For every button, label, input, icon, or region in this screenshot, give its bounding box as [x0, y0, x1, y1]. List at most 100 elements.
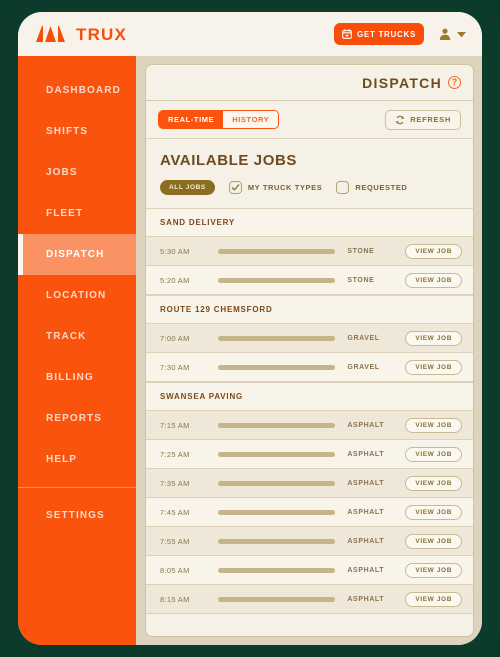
app-body: DASHBOARD SHIFTS JOBS FLEET DISPATCH LOCATION… — [18, 56, 482, 645]
job-progress-bar — [218, 509, 336, 515]
filter-chip-all-jobs[interactable]: ALL JOBS — [160, 180, 215, 195]
sidebar-divider — [18, 487, 136, 488]
job-progress-track — [218, 422, 347, 428]
sidebar-item-label: SHIFTS — [46, 126, 89, 137]
sidebar-item-fleet[interactable]: FLEET — [18, 193, 136, 234]
calendar-icon — [342, 29, 352, 39]
job-time: 7:35 AM — [160, 478, 190, 488]
sidebar-item-label: REPORTS — [46, 413, 103, 424]
job-time: 7:55 AM — [160, 536, 190, 546]
table-row[interactable]: 7:25 AM ASPHALT VIEW JOB — [146, 440, 473, 469]
sidebar-item-shifts[interactable]: SHIFTS — [18, 111, 136, 152]
refresh-button[interactable]: REFRESH — [385, 109, 461, 130]
view-job-button[interactable]: VIEW JOB — [405, 359, 462, 375]
jobs-filters: ALL JOBS MY TRUCK TYPES REQUESTED — [146, 169, 473, 208]
job-section-header: SAND DELIVERY — [146, 208, 473, 237]
sidebar-item-reports[interactable]: REPORTS — [18, 398, 136, 439]
tab-history[interactable]: HISTORY — [223, 111, 279, 128]
view-job-button[interactable]: VIEW JOB — [405, 475, 462, 491]
sidebar-item-label: LOCATION — [46, 290, 107, 301]
view-job-button[interactable]: VIEW JOB — [405, 504, 462, 520]
view-job-button[interactable]: VIEW JOB — [405, 591, 462, 607]
sidebar-item-billing[interactable]: BILLING — [18, 357, 136, 398]
available-jobs-title: AVAILABLE JOBS — [160, 152, 298, 169]
table-row[interactable]: 7:30 AM GRAVEL VIEW JOB — [146, 353, 473, 382]
job-material: GRAVEL — [347, 334, 380, 342]
refresh-icon — [396, 115, 405, 124]
sidebar-item-dashboard[interactable]: DASHBOARD — [18, 70, 136, 111]
sidebar-item-settings[interactable]: SETTINGS — [18, 495, 136, 536]
sidebar-footer-list: SETTINGS — [18, 495, 136, 536]
sidebar-nav: DASHBOARD SHIFTS JOBS FLEET DISPATCH LOCATION… — [18, 56, 136, 645]
filter-option-requested[interactable]: REQUESTED — [336, 181, 407, 194]
filter-option-label: REQUESTED — [355, 183, 408, 192]
sidebar-item-list: DASHBOARD SHIFTS JOBS FLEET DISPATCH LOCATION… — [18, 70, 136, 480]
job-time: 5:30 AM — [160, 246, 190, 256]
person-icon — [439, 28, 451, 40]
job-progress-track — [218, 538, 347, 544]
get-trucks-label: GET TRUCKS — [357, 29, 416, 39]
job-progress-bar — [218, 422, 336, 428]
job-progress-track — [218, 480, 347, 486]
view-job-button[interactable]: VIEW JOB — [405, 417, 462, 433]
view-job-button[interactable]: VIEW JOB — [405, 533, 462, 549]
sidebar-item-label: SETTINGS — [46, 510, 105, 521]
job-section-name: ROUTE 129 CHEMSFORD — [160, 305, 273, 314]
job-progress-track — [218, 567, 347, 573]
job-material: STONE — [347, 247, 375, 255]
job-progress-bar — [218, 335, 336, 341]
job-progress-bar — [218, 480, 336, 486]
view-job-button[interactable]: VIEW JOB — [405, 272, 462, 288]
sidebar-item-dispatch[interactable]: DISPATCH — [18, 234, 136, 275]
job-progress-bar — [218, 567, 336, 573]
sidebar-item-label: FLEET — [46, 208, 84, 219]
view-job-button[interactable]: VIEW JOB — [405, 562, 462, 578]
job-progress-track — [218, 451, 347, 457]
table-row[interactable]: 5:30 AM STONE VIEW JOB — [146, 237, 473, 266]
job-progress-track — [218, 277, 347, 283]
sidebar-item-label: DISPATCH — [46, 249, 105, 260]
job-time: 5:20 AM — [160, 275, 190, 285]
app-window: TRUX GET TRUCKS DASHBOARD SHIFTS JOBS FL… — [18, 12, 482, 645]
table-row[interactable]: 8:15 AM ASPHALT VIEW JOB — [146, 585, 473, 614]
job-time: 7:30 AM — [160, 362, 190, 372]
table-row[interactable]: 7:55 AM ASPHALT VIEW JOB — [146, 527, 473, 556]
job-material: STONE — [347, 276, 375, 284]
job-material: ASPHALT — [347, 537, 385, 545]
logo-text: TRUX — [76, 24, 128, 44]
job-material: ASPHALT — [347, 479, 385, 487]
view-job-button[interactable]: VIEW JOB — [405, 446, 462, 462]
job-progress-bar — [218, 596, 336, 602]
sidebar-item-label: JOBS — [46, 167, 78, 178]
brand-logo[interactable]: TRUX — [36, 26, 127, 43]
job-progress-track — [218, 596, 347, 602]
filter-option-my-truck-types[interactable]: MY TRUCK TYPES — [228, 181, 323, 194]
table-row[interactable]: 7:00 AM GRAVEL VIEW JOB — [146, 324, 473, 353]
view-mode-toggle[interactable]: REAL-TIME HISTORY — [158, 110, 280, 129]
checkbox-checked-icon[interactable] — [228, 181, 242, 194]
job-progress-track — [218, 335, 347, 341]
sidebar-item-help[interactable]: HELP — [18, 439, 136, 480]
account-menu[interactable] — [438, 27, 466, 41]
panel-header: DISPATCH ? — [146, 65, 473, 101]
sidebar-item-label: TRACK — [46, 331, 87, 342]
sidebar-item-track[interactable]: TRACK — [18, 316, 136, 357]
table-row[interactable]: 7:15 AM ASPHALT VIEW JOB — [146, 411, 473, 440]
view-job-button[interactable]: VIEW JOB — [405, 330, 462, 346]
job-progress-track — [218, 364, 347, 370]
view-job-button[interactable]: VIEW JOB — [405, 243, 462, 259]
table-row[interactable]: 8:05 AM ASPHALT VIEW JOB — [146, 556, 473, 585]
question-mark-icon[interactable]: ? — [448, 76, 461, 89]
table-row[interactable]: 5:20 AM STONE VIEW JOB — [146, 266, 473, 295]
sidebar-item-location[interactable]: LOCATION — [18, 275, 136, 316]
tab-real-time[interactable]: REAL-TIME — [159, 111, 224, 128]
page-title: DISPATCH — [362, 74, 442, 91]
sidebar-item-jobs[interactable]: JOBS — [18, 152, 136, 193]
get-trucks-button[interactable]: GET TRUCKS — [334, 23, 424, 45]
checkbox-unchecked-icon[interactable] — [336, 181, 350, 194]
job-section-name: SWANSEA PAVING — [160, 392, 244, 401]
table-row[interactable]: 7:35 AM ASPHALT VIEW JOB — [146, 469, 473, 498]
job-time: 7:15 AM — [160, 420, 190, 430]
table-row[interactable]: 7:45 AM ASPHALT VIEW JOB — [146, 498, 473, 527]
job-progress-bar — [218, 451, 336, 457]
